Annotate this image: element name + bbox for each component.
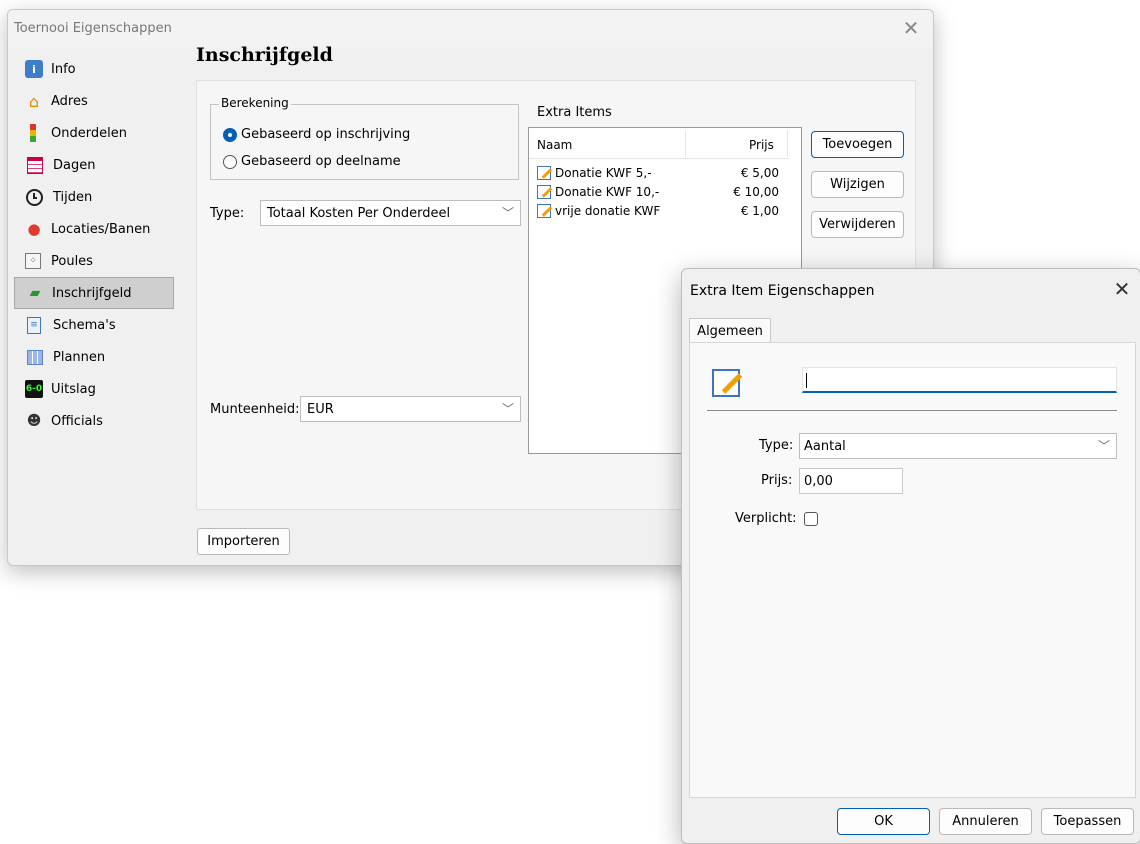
cancel-button[interactable]: Annuleren [939,808,1032,835]
radio-selected-icon[interactable] [223,127,237,142]
sidebar-item-label: Uitslag [51,381,96,397]
column-divider[interactable] [787,131,788,157]
page-title: Inschrijfgeld [196,44,333,66]
sidebar-item-label: Plannen [53,349,106,365]
item-name: Donatie KWF 10,- [555,185,660,199]
sidebar-item-dagen[interactable]: Dagen [14,149,174,181]
edit-pencil-icon [537,204,551,218]
item-type-select[interactable]: Aantal ﹀ [799,433,1117,459]
sidebar-item-label: Adres [51,93,88,109]
extra-items-caption: Extra Items [537,105,612,120]
column-header-prijs[interactable]: Prijs [749,138,774,152]
type-label: Type: [210,206,245,221]
sidebar-item-label: Inschrijfgeld [52,285,132,301]
currency-label: Munteenheid: [210,402,300,417]
add-button[interactable]: Toevoegen [811,131,904,158]
list-item[interactable]: vrije donatie KWF € 1,00 [537,202,787,220]
house-icon: ⌂ [28,91,40,111]
radio-label: Gebaseerd op inschrijving [241,127,411,142]
apply-button[interactable]: Toepassen [1041,808,1134,835]
edit-pencil-icon [537,166,551,180]
location-pin-icon: ● [27,220,41,238]
bars-icon [30,124,36,142]
berekening-caption: Berekening [219,96,291,110]
required-checkbox[interactable] [804,512,818,526]
edit-button[interactable]: Wijzigen [811,171,904,198]
item-price: € 10,00 [733,185,779,199]
text-caret [806,373,807,388]
money-icon: ▰ [29,285,41,301]
list-item[interactable]: Donatie KWF 10,- € 10,00 [537,183,787,201]
item-price: € 5,00 [740,166,779,180]
currency-select[interactable]: EUR ﹀ [300,396,521,422]
radio-gebaseerd-inschrijving[interactable]: Gebaseerd op inschrijving [223,127,410,142]
list-header: Naam Prijs [529,128,789,159]
info-icon: i [25,60,43,78]
price-label: Prijs: [761,473,793,488]
sidebar-item-label: Tijden [53,189,93,205]
sidebar-item-label: Locaties/Banen [51,221,151,237]
dialog-title: Extra Item Eigenschappen [690,283,875,299]
list-item[interactable]: Donatie KWF 5,- € 5,00 [537,164,787,182]
close-icon[interactable]: ✕ [1110,277,1134,301]
sidebar-item-label: Info [51,61,76,77]
item-price: € 1,00 [740,204,779,218]
sidebar-item-onderdelen[interactable]: Onderdelen [14,117,174,149]
type-select[interactable]: Totaal Kosten Per Onderdeel ﹀ [260,200,521,226]
sidebar-item-label: Officials [51,413,103,429]
grid-icon: ⁘ [25,253,41,269]
radio-gebaseerd-deelname[interactable]: Gebaseerd op deelname [223,154,401,169]
chevron-down-icon: ﹀ [1097,439,1110,453]
column-divider[interactable] [685,131,686,157]
import-button[interactable]: Importeren [197,528,290,555]
divider [707,410,1117,411]
required-label: Verplicht: [735,511,797,526]
title-bar: Toernooi Eigenschappen ✕ [8,10,933,48]
radio-unselected-icon[interactable] [223,154,237,169]
currency-select-value: EUR [307,401,334,417]
document-icon: ≡ [27,316,41,334]
chevron-down-icon: ﹀ [501,206,514,220]
name-input[interactable] [802,367,1117,393]
close-icon[interactable]: ✕ [899,16,923,40]
clock-icon [26,188,43,206]
ok-button[interactable]: OK [837,808,930,835]
sidebar-item-adres[interactable]: ⌂ Adres [14,85,174,117]
sidebar-item-label: Poules [51,253,93,269]
sidebar-item-uitslag[interactable]: 6-0 Uitslag [14,373,174,405]
sidebar-item-label: Schema's [53,317,116,333]
edit-pencil-icon [537,185,551,199]
sidebar: i Info ⌂ Adres Onderdelen Dagen Tijden ●… [14,53,174,437]
item-name: Donatie KWF 5,- [555,166,652,180]
price-input[interactable]: 0,00 [799,468,903,494]
chevron-down-icon: ﹀ [501,402,514,416]
sidebar-item-officials[interactable]: ☻ Officials [14,405,174,437]
edit-pencil-icon [712,369,740,397]
sidebar-item-inschrijfgeld[interactable]: ▰ Inschrijfgeld [14,277,174,309]
sidebar-item-label: Onderdelen [51,125,127,141]
column-header-naam[interactable]: Naam [537,138,572,152]
dialog-title: Toernooi Eigenschappen [14,21,172,36]
plan-icon [27,349,43,365]
sidebar-item-label: Dagen [53,157,96,173]
calendar-icon [27,156,43,174]
sidebar-item-tijden[interactable]: Tijden [14,181,174,213]
sidebar-item-poules[interactable]: ⁘ Poules [14,245,174,277]
radio-label: Gebaseerd op deelname [241,154,401,169]
tab-algemeen[interactable]: Algemeen [689,318,771,344]
type-select-value: Totaal Kosten Per Onderdeel [267,205,451,221]
extra-item-dialog: Extra Item Eigenschappen ✕ Algemeen Type… [681,268,1140,844]
sidebar-item-info[interactable]: i Info [14,53,174,85]
official-icon: ☻ [26,413,42,429]
sidebar-item-schemas[interactable]: ≡ Schema's [14,309,174,341]
remove-button[interactable]: Verwijderen [811,211,904,238]
item-name: vrije donatie KWF [555,204,661,218]
type-label: Type: [759,438,794,453]
scoreboard-icon: 6-0 [25,380,43,398]
sidebar-item-plannen[interactable]: Plannen [14,341,174,373]
item-type-value: Aantal [804,438,846,454]
sidebar-item-locaties[interactable]: ● Locaties/Banen [14,213,174,245]
